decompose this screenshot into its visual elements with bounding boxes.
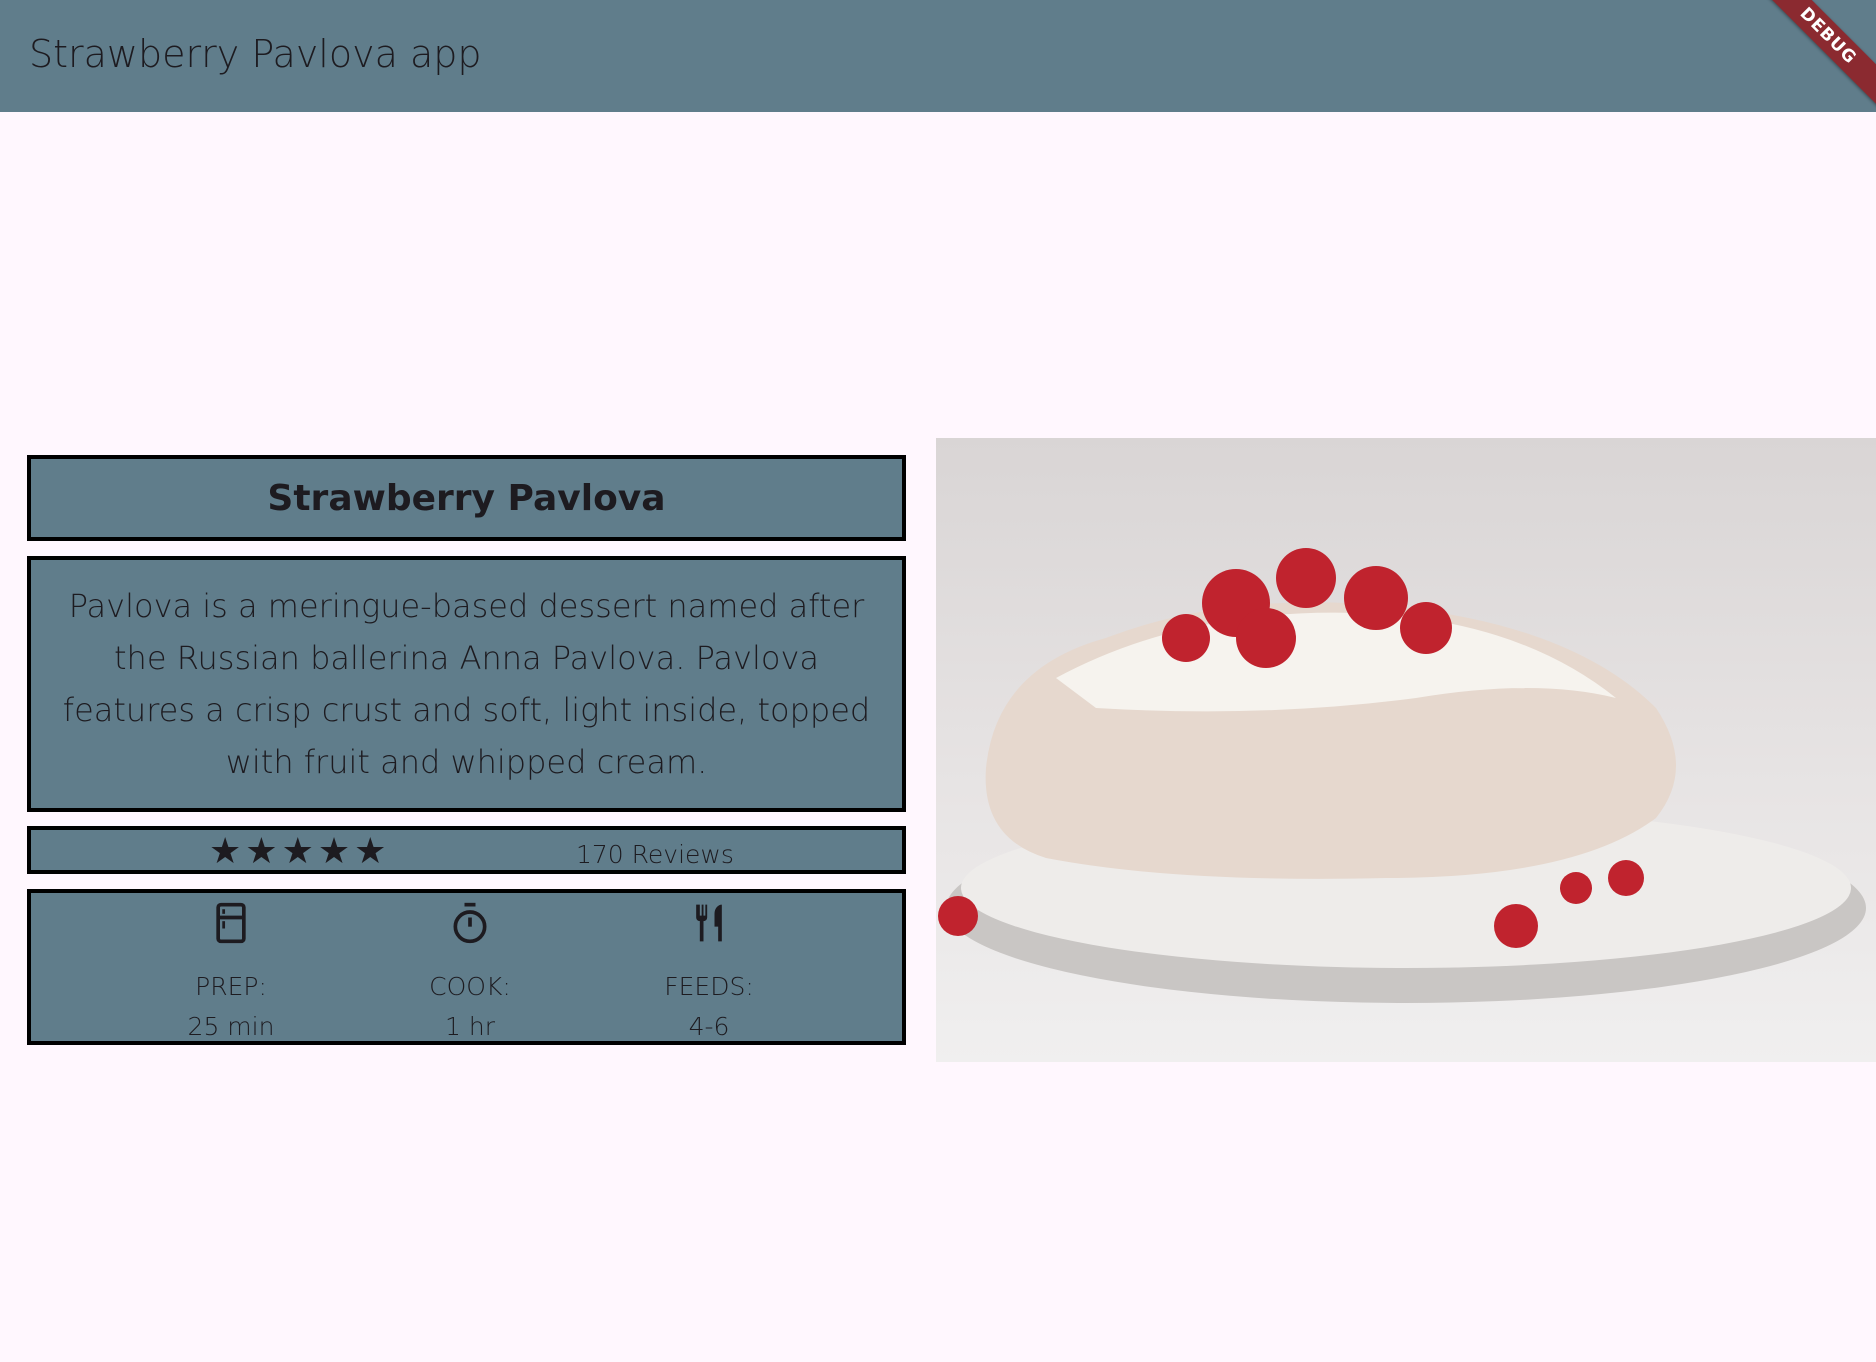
rating-box: ★ ★ ★ ★ ★ 170 Reviews: [27, 826, 906, 874]
cook-label: COOK:: [429, 972, 511, 1001]
star-icon: ★: [354, 831, 387, 872]
feeds-column: FEEDS: 4-6: [609, 901, 809, 1047]
cook-value: 1 hr: [445, 1012, 495, 1041]
prep-label: PREP:: [195, 972, 267, 1001]
app-title: Strawberry Pavlova app: [29, 32, 482, 76]
review-count: 170 Reviews: [576, 840, 734, 869]
star-icon: ★: [281, 831, 314, 872]
recipe-description-box: Pavlova is a meringue-based dessert name…: [27, 556, 906, 812]
recipe-title: Strawberry Pavlova: [267, 477, 666, 519]
prep-column: PREP: 25 min: [131, 901, 331, 1047]
app-bar: Strawberry Pavlova app: [0, 0, 1876, 112]
cook-column: COOK: 1 hr: [370, 901, 570, 1047]
feeds-label: FEEDS:: [664, 972, 754, 1001]
star-rating: ★ ★ ★ ★ ★: [209, 832, 386, 872]
info-box: PREP: 25 min COOK: 1 hr FEEDS: 4-6: [27, 889, 906, 1045]
recipe-title-box: Strawberry Pavlova: [27, 455, 906, 541]
kitchen-icon: [216, 902, 246, 944]
pavlova-illustration: [938, 548, 1866, 1003]
star-icon: ★: [317, 831, 351, 872]
star-icon: ★: [209, 831, 242, 872]
restaurant-icon: [696, 904, 722, 942]
star-icon: ★: [245, 831, 278, 872]
feeds-value: 4-6: [688, 1012, 730, 1041]
pavlova-photo: [936, 438, 1876, 1062]
timer-icon: [453, 902, 487, 944]
recipe-description: Pavlova is a meringue-based dessert name…: [62, 587, 871, 781]
prep-value: 25 min: [187, 1012, 275, 1041]
